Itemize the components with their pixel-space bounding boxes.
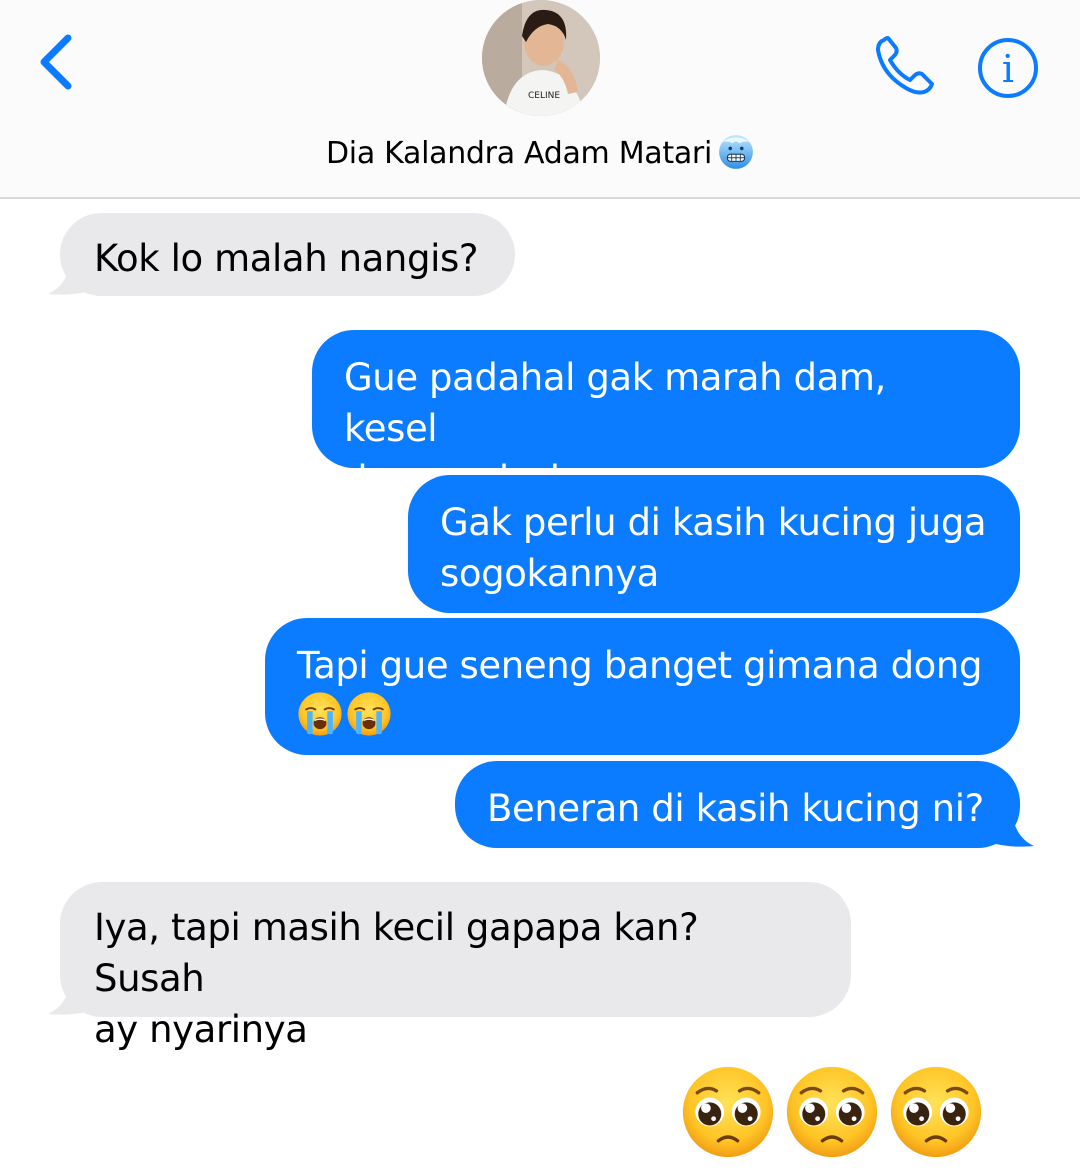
loudly-crying-face-emoji: [346, 691, 392, 737]
info-icon: i: [978, 38, 1038, 98]
received-message[interactable]: Iya, tapi masih kecil gapapa kan? Susah …: [60, 882, 851, 1051]
message-text: Beneran di kasih kucing ni?: [487, 787, 984, 830]
received-message[interactable]: Kok lo malah nangis?: [60, 213, 515, 296]
pleading-face-emoji: [784, 1064, 880, 1160]
info-button[interactable]: i: [976, 36, 1040, 100]
phone-icon: [876, 36, 934, 95]
contact-name[interactable]: Dia Kalandra Adam Matari: [0, 134, 1080, 171]
conversation-header: CELINE Dia Kalandra Adam Matari i: [0, 0, 1080, 199]
message-text: Gue padahal gak marah dam, kesel: [344, 356, 886, 450]
message-text: sogokannya: [440, 552, 659, 595]
message-text: Kok lo malah nangis?: [94, 237, 479, 280]
sent-message[interactable]: Tapi gue seneng banget gimana dong: [265, 618, 1020, 755]
sent-message[interactable]: Gak perlu di kasih kucing juga sogokanny…: [408, 475, 1020, 613]
emoji-message[interactable]: [680, 1064, 990, 1164]
chevron-left-icon: [40, 34, 72, 90]
message-text: Iya, tapi masih kecil gapapa kan? Susah: [94, 906, 699, 1000]
message-text: Tapi gue seneng banget gimana dong: [297, 644, 983, 687]
contact-avatar[interactable]: CELINE: [482, 0, 600, 116]
cold-face-emoji: [718, 134, 754, 170]
sent-message[interactable]: Gue padahal gak marah dam, kesel doang w…: [312, 330, 1020, 501]
back-button[interactable]: [30, 30, 90, 94]
svg-text:CELINE: CELINE: [528, 91, 560, 101]
pleading-face-emoji: [888, 1064, 984, 1160]
message-text: Gak perlu di kasih kucing juga: [440, 501, 987, 544]
pleading-face-emoji: [680, 1064, 776, 1160]
message-text: ay nyarinya: [94, 1008, 308, 1051]
call-button[interactable]: [872, 34, 938, 96]
svg-text:i: i: [1002, 47, 1014, 91]
sent-message[interactable]: Beneran di kasih kucing ni?: [455, 761, 1020, 848]
contact-name-text: Dia Kalandra Adam Matari: [326, 136, 712, 171]
loudly-crying-face-emoji: [297, 691, 343, 737]
